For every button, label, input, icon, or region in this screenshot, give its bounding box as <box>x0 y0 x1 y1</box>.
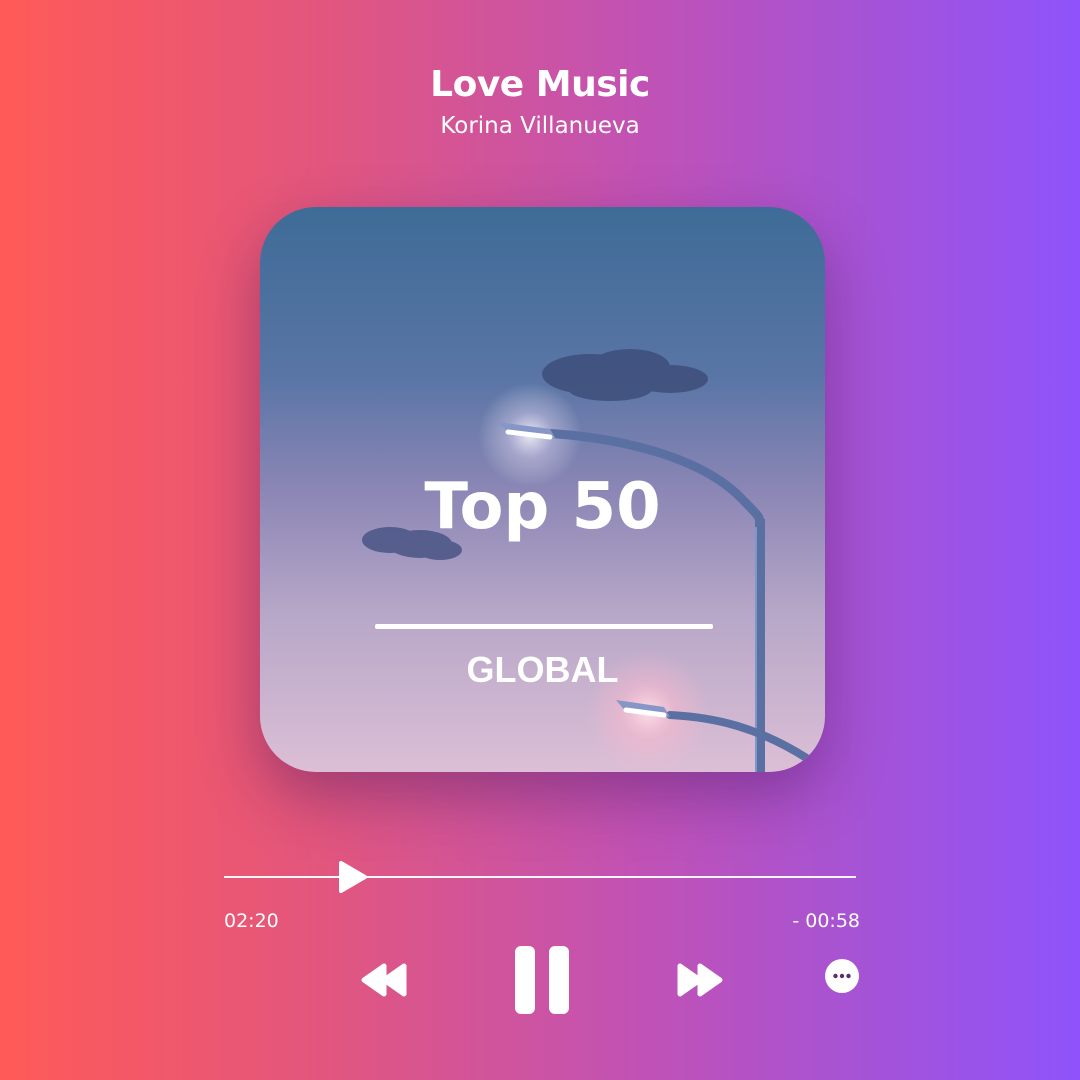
cover-title: Top 50 <box>424 470 661 544</box>
cover-divider <box>375 624 713 629</box>
rewind-icon[interactable] <box>360 962 408 998</box>
progress-handle-icon[interactable] <box>338 860 368 894</box>
cover-subtitle: GLOBAL <box>466 649 619 690</box>
track-title: Love Music <box>430 64 650 105</box>
elapsed-time: 02:20 <box>224 910 279 932</box>
remaining-time: - 00:58 <box>792 910 860 932</box>
more-options-icon[interactable] <box>824 958 860 994</box>
album-cover: Top 50 GLOBAL <box>260 207 825 772</box>
progress-track[interactable] <box>224 876 856 878</box>
track-artist: Korina Villanueva <box>440 113 640 139</box>
progress-bar[interactable] <box>224 860 856 896</box>
pause-icon[interactable] <box>513 944 571 1016</box>
fast-forward-icon[interactable] <box>676 962 724 998</box>
track-header: Love Music Korina Villanueva <box>0 62 1080 142</box>
